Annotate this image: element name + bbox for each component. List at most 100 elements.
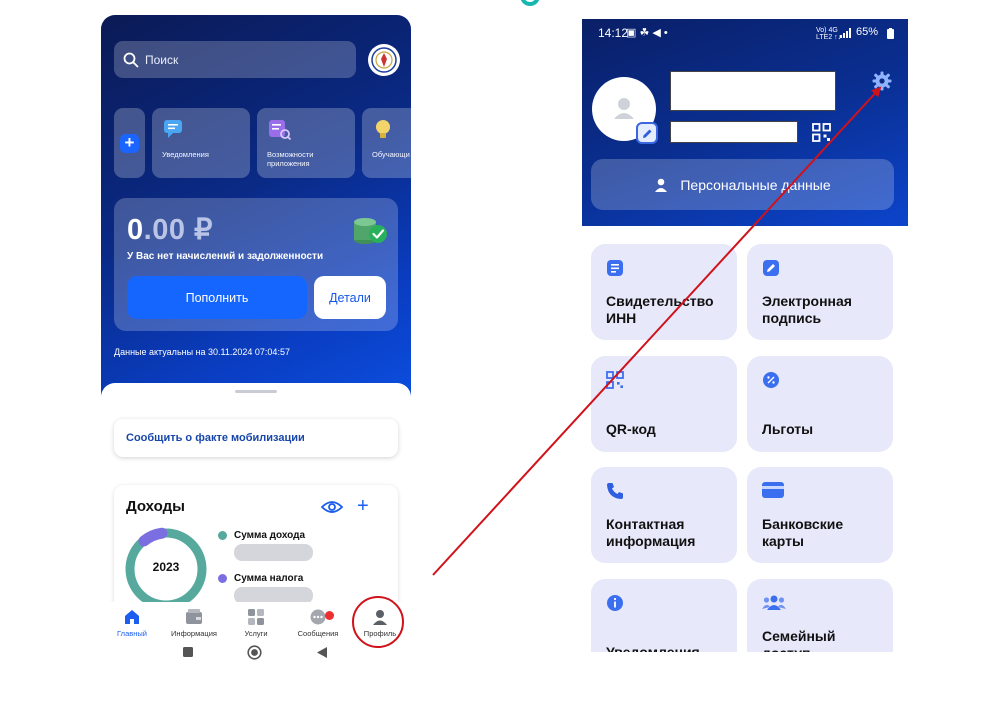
sheet-drag-handle[interactable] [235,390,277,393]
income-amount-placeholder [234,544,313,561]
nav-item-home[interactable]: Главный [102,608,162,638]
document-icon [607,260,623,276]
no-charges-text: У Вас нет начислений и задолженности [127,251,324,262]
tile-notifications[interactable]: Уведомления [152,108,250,178]
pen-icon [763,260,779,276]
credit-card-icon [762,482,784,498]
data-actuality-date: Данные актуальны на 30.11.2024 07:04:57 [114,347,290,357]
nav-home-label: Главный [117,629,147,638]
card-electronic-signature[interactable]: Электронная подпись [747,244,893,340]
home-icon [125,610,139,624]
personal-data-button[interactable]: Персональные данные [591,159,894,210]
phone-icon [607,483,623,499]
topup-button[interactable]: Пополнить [127,276,307,319]
battery-icon [887,28,894,39]
legend-tax-dot [218,574,227,583]
qr-icon [606,371,624,389]
coins-check-icon [354,218,387,244]
emblem-graphic [371,47,397,73]
plus-icon: + [120,134,139,153]
card-bank-cards-label: Банковские карты [762,516,844,549]
search-input[interactable]: Поиск [114,41,356,78]
personal-data-label: Персональные данные [680,176,831,193]
recent-apps-icon[interactable] [183,647,193,657]
fns-emblem-icon[interactable] [368,44,400,76]
card-bank-cards[interactable]: Банковские карты [747,467,893,563]
redacted-user-name [670,71,836,111]
grid-icon [248,609,264,625]
details-button[interactable]: Детали [314,276,386,319]
discount-badge-icon [763,372,779,388]
qr-code-icon[interactable] [812,123,831,142]
signal-icon [840,28,851,38]
edit-avatar-button[interactable] [636,122,658,144]
pencil-icon [642,129,651,138]
info-icon [607,595,623,611]
person-icon [655,178,668,192]
balance-amount: 0.00 ₽ [127,212,213,247]
card-contact-info[interactable]: Контактная информация [591,467,737,563]
search-placeholder: Поиск [145,52,179,67]
amount-decimals: .00 ₽ [143,214,213,246]
card-inn-label: Свидетельство ИНН [606,293,714,326]
nav-item-profile[interactable]: Профиль [350,608,410,638]
battery-level: 65% [856,26,879,38]
income-title: Доходы [126,498,185,515]
right-phone-screen: 14:12 ▣ ☘ ◀ • Vo) 4G LTE2 ↑↓ 65% Персона… [582,19,908,652]
left-phone-screen: Поиск + Уведомления Возможности приложен… [101,15,411,675]
nav-item-info[interactable]: Информация [164,608,224,638]
family-icon [762,595,786,610]
wallet-icon [186,609,202,624]
back-icon[interactable] [317,647,327,658]
chat-icon [164,120,182,138]
income-card[interactable]: Доходы + 2023 Сумма дохода Сумма налога [114,485,398,615]
unread-badge [325,611,334,620]
card-qr-code[interactable]: QR-код [591,356,737,452]
card-benefits[interactable]: Льготы [747,356,893,452]
cropped-dot-decoration [520,0,540,6]
add-shortcut-button[interactable]: + [114,108,145,178]
tile-app-features-label: Возможности приложения [267,150,314,168]
card-inn-certificate[interactable]: Свидетельство ИНН [591,244,737,340]
legend-income-dot [218,531,227,540]
tile-learning[interactable]: Обучающи [362,108,411,178]
card-notifications[interactable]: Уведомления [591,579,737,652]
tile-app-features[interactable]: Возможности приложения [257,108,355,178]
balance-card: 0.00 ₽ У Вас нет начислений и задолженно… [114,198,398,331]
search-icon [123,52,139,67]
legend-income-label: Сумма дохода [234,530,306,541]
legend-income: Сумма дохода [218,530,305,541]
card-qr-label: QR-код [606,421,656,437]
card-contacts-label: Контактная информация [606,516,696,549]
mobilization-label: Сообщить о факте мобилизации [126,432,305,444]
card-notifications-label: Уведомления [606,644,700,652]
nav-item-services[interactable]: Услуги [226,608,286,638]
status-notification-icons: ▣ ☘ ◀ • [626,27,668,39]
nav-profile-label: Профиль [363,629,397,638]
card-esign-label: Электронная подпись [762,293,852,326]
eye-icon[interactable] [321,500,343,514]
status-network: Vo) 4G LTE2 ↑↓ [816,27,842,41]
home-system-icon[interactable] [247,645,262,660]
nav-services-label: Услуги [244,629,268,638]
legend-tax: Сумма налога [218,573,303,584]
nav-item-messages[interactable]: Сообщения [288,608,348,638]
bottom-navigation: Главный Информация Услуги Сообщения Проф… [101,602,411,675]
legend-tax-label: Сумма налога [234,573,304,584]
card-family-access[interactable]: Семейный доступ [747,579,893,652]
tile-learning-label: Обучающи [372,150,410,159]
lightbulb-icon [376,120,390,138]
nav-messages-label: Сообщения [297,629,339,638]
mobilization-report-button[interactable]: Сообщить о факте мобилизации [114,419,398,457]
card-family-label: Семейный доступ [762,628,836,652]
settings-gear-icon[interactable] [872,71,892,91]
redacted-user-inn [670,121,798,143]
tile-notifications-label: Уведомления [162,150,209,159]
profile-icon [373,610,387,625]
nav-info-label: Информация [171,629,217,638]
status-time: 14:12 [598,26,629,40]
amount-main: 0 [127,214,144,246]
search-document-icon [269,120,292,141]
card-benefits-label: Льготы [762,421,814,437]
add-income-icon[interactable]: + [357,496,369,516]
